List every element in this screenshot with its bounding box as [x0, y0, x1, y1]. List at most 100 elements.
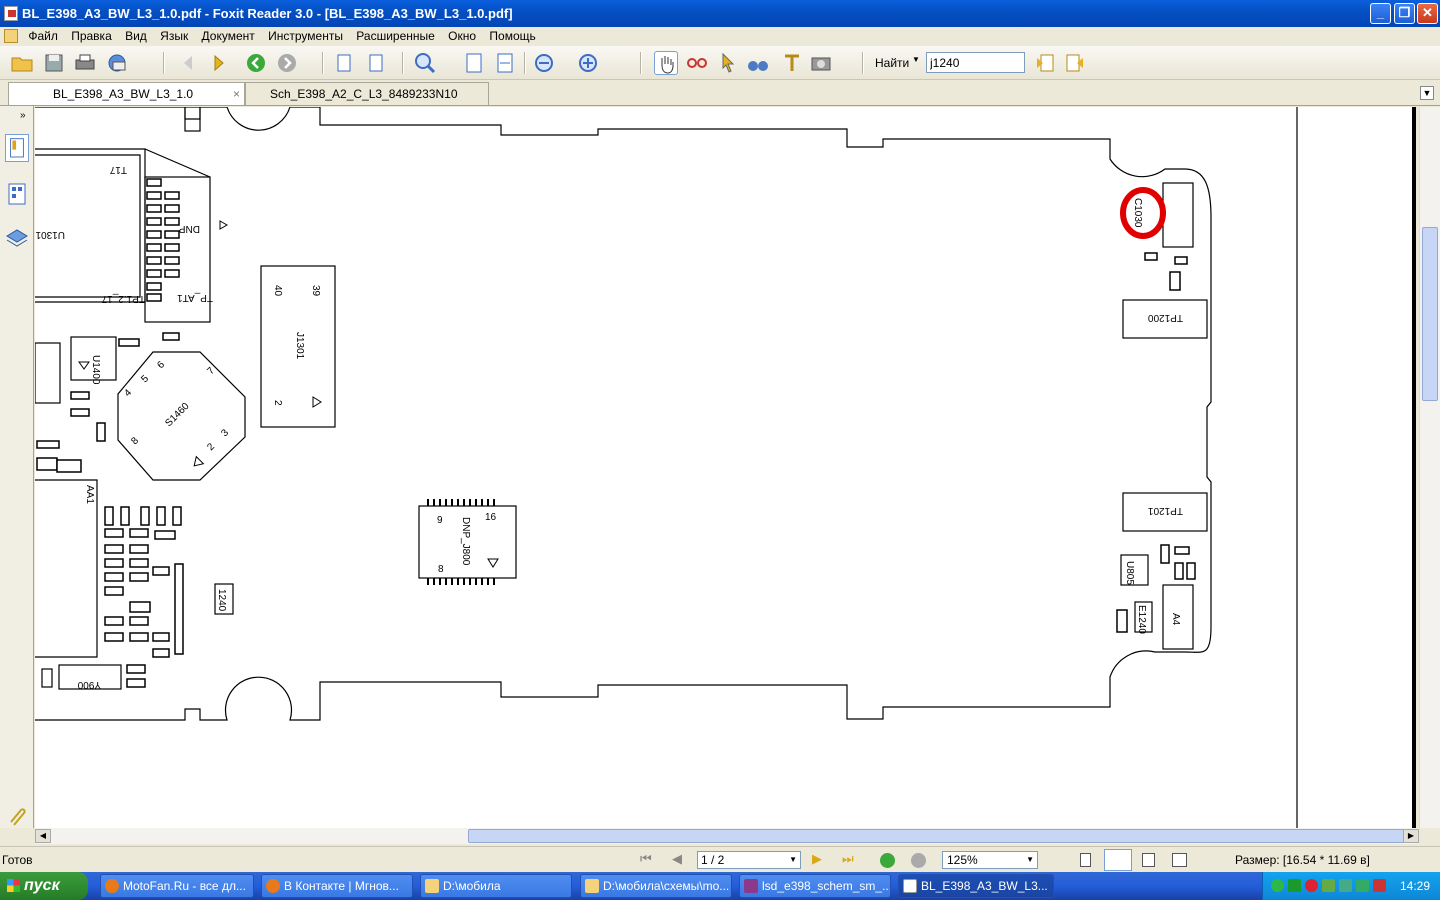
- pcb-drawing: U1301 T17 DNP TP_AT1 TP1.2_17 U1400 J130…: [35, 107, 1416, 828]
- menu-advanced[interactable]: Расширенные: [351, 27, 440, 45]
- fit-page-icon[interactable]: [462, 51, 486, 75]
- tray-network-icon[interactable]: [1322, 879, 1335, 892]
- fit-width-icon[interactable]: [493, 51, 517, 75]
- task-lsd-schem[interactable]: lsd_e398_schem_sm_...: [739, 874, 891, 898]
- find-input[interactable]: [926, 52, 1025, 73]
- find-binoculars-icon[interactable]: [746, 51, 770, 75]
- tray-opera-icon[interactable]: [1305, 879, 1318, 892]
- archive-icon: [744, 879, 758, 893]
- firefox-icon: [266, 879, 280, 893]
- menu-help[interactable]: Помощь: [484, 27, 540, 45]
- task-folder-schemes[interactable]: D:\мобила\схемы\mo...: [580, 874, 732, 898]
- continuous-page-icon[interactable]: [1104, 849, 1132, 871]
- next-page-icon[interactable]: [207, 51, 231, 75]
- menu-window[interactable]: Окно: [443, 27, 481, 45]
- zoom-out-icon[interactable]: [532, 51, 556, 75]
- attachment-icon[interactable]: [5, 802, 29, 830]
- find-options-icon[interactable]: ▼: [912, 55, 920, 64]
- forward-icon[interactable]: [275, 51, 299, 75]
- tab-bl-e398[interactable]: BL_E398_A3_BW_L3_1.0 ×: [8, 82, 245, 105]
- zoom-in-icon[interactable]: [413, 51, 437, 75]
- tab-list-icon[interactable]: ▼: [1420, 86, 1434, 100]
- label-u1301: U1301: [35, 229, 65, 240]
- facing-page-icon[interactable]: [1142, 853, 1155, 867]
- continuous-facing-icon[interactable]: [1172, 853, 1187, 867]
- tray-green-icon[interactable]: [1271, 879, 1284, 892]
- find-next-icon[interactable]: [1063, 51, 1087, 75]
- tray-app-icon[interactable]: [1356, 879, 1369, 892]
- menu-file[interactable]: Файл: [23, 27, 63, 45]
- bookmarks-icon[interactable]: [5, 134, 29, 162]
- email-icon[interactable]: [105, 51, 129, 75]
- find-previous-icon[interactable]: [1033, 51, 1057, 75]
- label-pin5: 5: [139, 373, 151, 385]
- snapshot-icon[interactable]: [809, 51, 833, 75]
- scroll-right-icon[interactable]: ▶: [1403, 829, 1419, 843]
- label-2a: 2: [272, 400, 283, 406]
- single-page-icon[interactable]: [1080, 853, 1091, 867]
- close-tab-icon[interactable]: ×: [233, 83, 240, 105]
- document-tabs: BL_E398_A3_BW_L3_1.0 × Sch_E398_A2_C_L3_…: [0, 80, 1440, 106]
- select-arrow-icon[interactable]: [716, 51, 740, 75]
- task-motofan[interactable]: MotoFan.Ru - все дл...: [100, 874, 254, 898]
- rotate-right-icon[interactable]: [364, 51, 388, 75]
- nav-back-icon[interactable]: [880, 853, 895, 868]
- menu-language[interactable]: Язык: [155, 27, 193, 45]
- label-c1030: C1030: [1132, 198, 1143, 228]
- text-tool-icon[interactable]: [780, 51, 804, 75]
- scroll-left-icon[interactable]: ◀: [35, 829, 51, 843]
- hand-tool-icon[interactable]: [654, 51, 678, 75]
- document-icon: [4, 29, 18, 43]
- task-label: D:\мобила: [443, 879, 501, 893]
- tab-sch-e398[interactable]: Sch_E398_A2_C_L3_8489233N10: [245, 82, 489, 105]
- layers-icon[interactable]: [5, 224, 29, 252]
- restore-button[interactable]: ❐: [1394, 3, 1415, 24]
- taskbar: пуск MotoFan.Ru - все дл... В Контакте |…: [0, 872, 1440, 900]
- menu-tools[interactable]: Инструменты: [263, 27, 348, 45]
- start-button[interactable]: пуск: [0, 872, 88, 900]
- tray-flag-icon[interactable]: [1373, 879, 1386, 892]
- horizontal-scroll-thumb[interactable]: [468, 829, 1404, 843]
- label-e1240: E1240: [1136, 605, 1147, 634]
- zoom-plus-icon[interactable]: [576, 51, 600, 75]
- toolbar: Найти ▼: [0, 46, 1440, 80]
- nav-forward-icon[interactable]: [911, 853, 926, 868]
- vertical-scroll-thumb[interactable]: [1422, 227, 1438, 401]
- previous-page-icon[interactable]: [176, 51, 200, 75]
- first-page-icon[interactable]: ⏮: [640, 851, 652, 867]
- page-number-text: 1 / 2: [701, 853, 725, 867]
- tray-h-icon[interactable]: [1288, 879, 1301, 892]
- app-icon: [4, 6, 18, 21]
- minimize-button[interactable]: _: [1370, 3, 1391, 24]
- select-text-icon[interactable]: [685, 51, 709, 75]
- status-bar: Готов ⏮ ◀ 1 / 2 ▼ ▶ ⏭ 125% ▼ Размер: [16.5…: [0, 846, 1440, 872]
- foxit-icon: [903, 879, 917, 893]
- prev-page-icon[interactable]: ◀: [672, 851, 682, 867]
- task-foxit[interactable]: BL_E398_A3_BW_L3...: [898, 874, 1054, 898]
- expand-panel-icon[interactable]: »: [20, 110, 26, 121]
- start-label: пуск: [24, 877, 60, 894]
- label-dnp: DNP: [179, 223, 200, 234]
- open-folder-icon[interactable]: [10, 51, 34, 75]
- zoom-select[interactable]: 125% ▼: [942, 851, 1038, 869]
- menu-edit[interactable]: Правка: [66, 27, 117, 45]
- tray-sound-icon[interactable]: [1339, 879, 1352, 892]
- thumbnails-icon[interactable]: [5, 180, 29, 208]
- rotate-left-icon[interactable]: [332, 51, 356, 75]
- back-icon[interactable]: [244, 51, 268, 75]
- close-button[interactable]: ✕: [1417, 3, 1438, 24]
- print-icon[interactable]: [73, 51, 97, 75]
- task-folder-mobila[interactable]: D:\мобила: [420, 874, 572, 898]
- horizontal-scrollbar[interactable]: ◀ ▶: [35, 828, 1419, 844]
- folder-icon: [585, 879, 599, 893]
- menu-document[interactable]: Документ: [197, 27, 260, 45]
- last-page-icon[interactable]: ⏭: [842, 851, 854, 867]
- next-page-button-icon[interactable]: ▶: [812, 851, 822, 867]
- task-vkontakte[interactable]: В Контакте | Мгнов...: [261, 874, 413, 898]
- navigation-sidebar: »: [0, 106, 34, 828]
- menu-view[interactable]: Вид: [120, 27, 152, 45]
- save-icon[interactable]: [42, 51, 66, 75]
- page-number-field[interactable]: 1 / 2 ▼: [697, 851, 801, 869]
- document-page[interactable]: U1301 T17 DNP TP_AT1 TP1.2_17 U1400 J130…: [35, 107, 1416, 828]
- vertical-scrollbar[interactable]: [1419, 107, 1440, 828]
